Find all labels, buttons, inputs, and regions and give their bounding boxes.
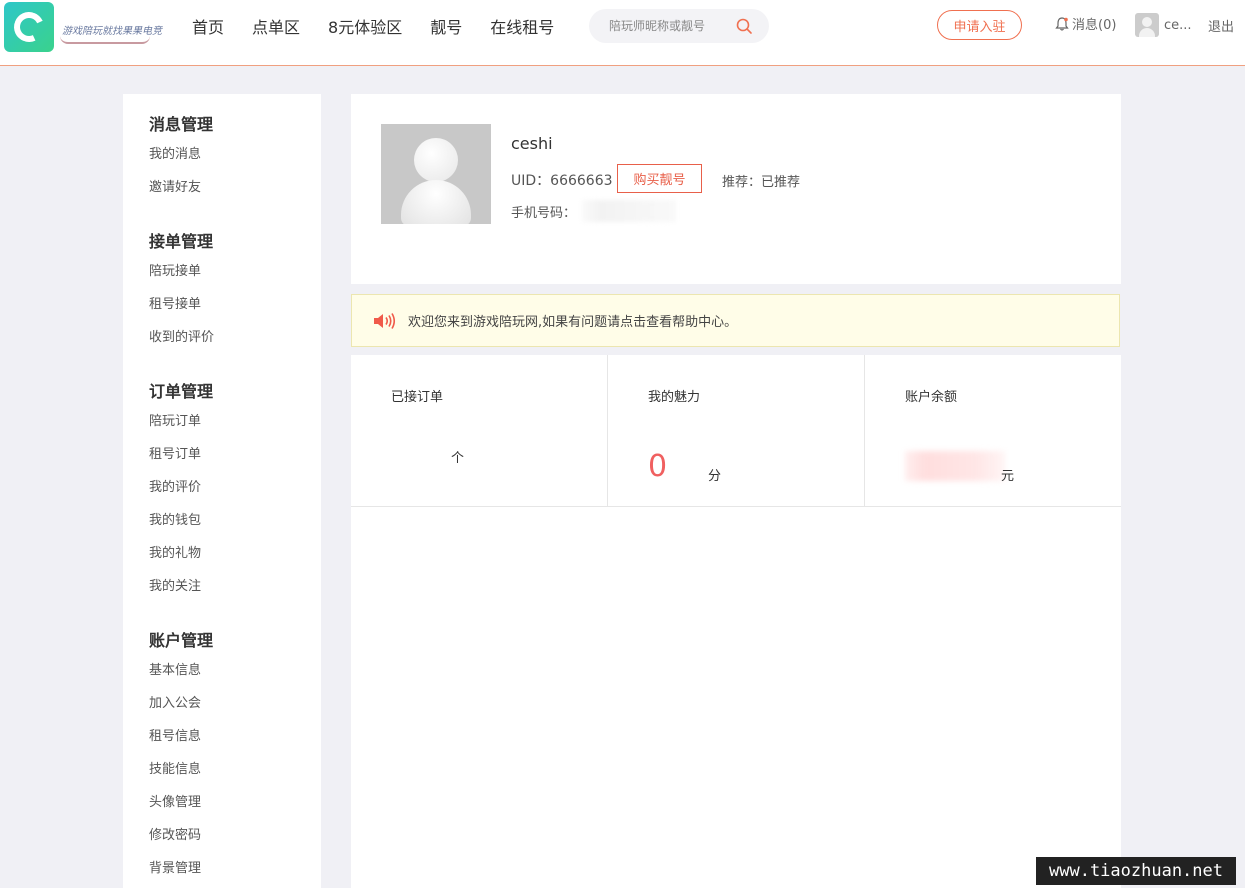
search-icon[interactable] — [735, 17, 753, 35]
stat-orders-label: 已接订单 — [391, 390, 444, 405]
logo-swoosh — [60, 36, 150, 44]
top-header: 游戏陪玩就找果果电竞 首页 点单区 8元体验区 靓号 在线租号 申请入驻 消息(… — [0, 0, 1245, 66]
balance-value-redacted — [905, 451, 1005, 481]
notice-text[interactable]: 欢迎您来到游戏陪玩网,如果有问题请点击查看帮助中心。 — [408, 311, 737, 330]
avatar — [1135, 13, 1159, 37]
phone-label: 手机号码： — [511, 205, 577, 221]
phone-value-redacted — [582, 200, 677, 222]
sidebar-item-companion-orders[interactable]: 陪玩订单 — [149, 405, 321, 438]
profile-card: ceshi UID：6666663 购买靓号 推荐：已推荐 手机号码： — [351, 94, 1121, 284]
sidebar-item-join-guild[interactable]: 加入公会 — [149, 687, 321, 720]
sidebar-group-accepting: 接单管理 陪玩接单 租号接单 收到的评价 — [123, 231, 321, 354]
profile-avatar[interactable] — [381, 124, 491, 224]
sidebar-item-companion-accept[interactable]: 陪玩接单 — [149, 255, 321, 288]
logo-text: 游戏陪玩就找果果电竞 — [62, 26, 162, 37]
username: ce... — [1164, 17, 1192, 33]
stat-charm: 我的魅力 0 分 — [608, 355, 865, 506]
search-box — [589, 9, 769, 43]
nav-premium-ids[interactable]: 靓号 — [430, 14, 462, 38]
sidebar-group-account: 账户管理 基本信息 加入公会 租号信息 技能信息 头像管理 修改密码 背景管理 — [123, 630, 321, 885]
stat-orders-unit: 个 — [451, 451, 465, 466]
messages-link[interactable]: 消息(0) — [1054, 14, 1116, 33]
nav-order-zone[interactable]: 点单区 — [252, 14, 300, 38]
sidebar-item-rental-accept[interactable]: 租号接单 — [149, 288, 321, 321]
sidebar-item-background-manage[interactable]: 背景管理 — [149, 852, 321, 885]
sidebar: 消息管理 我的消息 邀请好友 接单管理 陪玩接单 租号接单 收到的评价 订单管理… — [123, 94, 321, 888]
sidebar-item-rental-info[interactable]: 租号信息 — [149, 720, 321, 753]
sidebar-title-messages: 消息管理 — [149, 115, 214, 134]
stats-panel: 已接订单 个 我的魅力 0 分 账户余额 元 — [351, 355, 1121, 888]
sidebar-item-my-reviews[interactable]: 我的评价 — [149, 471, 321, 504]
sidebar-item-rental-orders[interactable]: 租号订单 — [149, 438, 321, 471]
nav-home[interactable]: 首页 — [192, 14, 224, 38]
user-menu[interactable]: ce... — [1135, 13, 1192, 37]
profile-uid: UID：6666663 — [511, 173, 613, 189]
sidebar-group-messages: 消息管理 我的消息 邀请好友 — [123, 114, 321, 204]
buy-premium-id-button[interactable]: 购买靓号 — [617, 164, 702, 193]
speaker-icon — [374, 312, 396, 329]
sidebar-item-my-wallet[interactable]: 我的钱包 — [149, 504, 321, 537]
sidebar-item-my-gifts[interactable]: 我的礼物 — [149, 537, 321, 570]
main-nav: 首页 点单区 8元体验区 靓号 在线租号 — [192, 14, 554, 38]
logo-badge — [4, 2, 54, 52]
profile-recommend-status: 推荐：已推荐 — [722, 175, 801, 190]
sidebar-item-basic-info[interactable]: 基本信息 — [149, 654, 321, 687]
messages-label: 消息(0) — [1072, 18, 1117, 33]
search-input[interactable] — [609, 16, 729, 36]
stat-charm-unit: 分 — [708, 469, 722, 484]
site-logo[interactable]: 游戏陪玩就找果果电竞 — [4, 2, 162, 52]
sidebar-title-orders: 订单管理 — [149, 382, 214, 401]
profile-name: ceshi — [511, 134, 553, 153]
sidebar-item-my-follows[interactable]: 我的关注 — [149, 570, 321, 603]
stat-orders: 已接订单 个 — [351, 355, 608, 506]
stat-balance-label: 账户余额 — [905, 390, 958, 405]
stat-charm-label: 我的魅力 — [648, 390, 701, 405]
notice-bar: 欢迎您来到游戏陪玩网,如果有问题请点击查看帮助中心。 — [351, 294, 1120, 347]
sidebar-item-avatar-manage[interactable]: 头像管理 — [149, 786, 321, 819]
stats-row: 已接订单 个 我的魅力 0 分 账户余额 元 — [351, 355, 1121, 507]
nav-trial-zone[interactable]: 8元体验区 — [328, 14, 402, 38]
stat-charm-value: 0 — [648, 449, 668, 484]
bell-icon — [1055, 16, 1069, 31]
sidebar-item-my-messages[interactable]: 我的消息 — [149, 138, 321, 171]
sidebar-title-accepting: 接单管理 — [149, 232, 214, 251]
sidebar-item-invite-friends[interactable]: 邀请好友 — [149, 171, 321, 204]
stat-balance-unit: 元 — [1001, 469, 1015, 484]
sidebar-item-received-reviews[interactable]: 收到的评价 — [149, 321, 321, 354]
stat-balance: 账户余额 元 — [865, 355, 1121, 506]
sidebar-item-skill-info[interactable]: 技能信息 — [149, 753, 321, 786]
site-watermark: www.tiaozhuan.net — [1036, 857, 1236, 885]
sidebar-title-account: 账户管理 — [149, 631, 214, 650]
sidebar-group-orders: 订单管理 陪玩订单 租号订单 我的评价 我的钱包 我的礼物 我的关注 — [123, 381, 321, 603]
logout-link[interactable]: 退出 — [1208, 16, 1234, 35]
nav-account-rental[interactable]: 在线租号 — [490, 14, 554, 38]
profile-phone: 手机号码： — [511, 200, 677, 222]
sidebar-item-change-password[interactable]: 修改密码 — [149, 819, 321, 852]
apply-join-button[interactable]: 申请入驻 — [937, 10, 1022, 40]
